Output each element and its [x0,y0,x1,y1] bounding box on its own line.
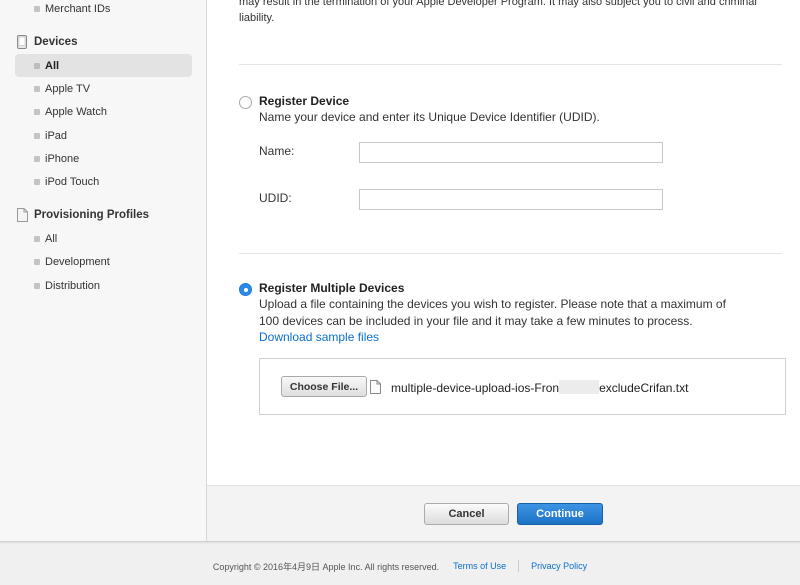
udid-input[interactable] [359,189,663,210]
bullet-icon [34,283,40,289]
sidebar-item-label: Merchant IDs [45,2,111,15]
sidebar-item-label: All [45,232,58,245]
name-label: Name: [259,144,295,158]
sidebar-item-development[interactable]: Development [15,250,192,273]
sidebar-heading-devices[interactable]: Devices [15,32,77,52]
register-multiple-description-line1: Upload a file containing the devices you… [259,297,726,311]
device-icon [15,35,29,49]
download-sample-files-link[interactable]: Download sample files [259,330,379,344]
bullet-icon [34,6,40,12]
sidebar-item-profiles-all[interactable]: All [15,227,192,250]
sidebar-item-ipod-touch[interactable]: iPod Touch [15,170,192,193]
sidebar: Merchant IDs Devices All Apple TV Apple … [0,0,207,541]
continue-button[interactable]: Continue [517,503,603,525]
sidebar-item-label: Development [45,255,110,268]
sidebar-item-label: iPod Touch [45,175,100,188]
sidebar-item-devices-all[interactable]: All [15,54,192,77]
legal-notice: may result in the termination of your Ap… [239,0,779,26]
selected-file-name: multiple-device-upload-ios-Fron excludeCr… [391,380,688,395]
cancel-button[interactable]: Cancel [424,503,509,525]
name-input[interactable] [359,142,663,163]
register-device-title: Register Device [259,94,350,108]
sidebar-item-iphone[interactable]: iPhone [15,147,192,170]
register-multiple-title: Register Multiple Devices [259,281,405,295]
register-multiple-description-line2: 100 devices can be included in your file… [259,314,693,328]
copyright-text: Copyright © 2016年4月9日 Apple Inc. All rig… [212,561,440,572]
redacted-region [559,380,600,394]
form-actions-bar: Cancel Continue [207,485,800,541]
choose-file-button[interactable]: Choose File... [281,376,367,397]
divider [239,64,782,65]
bullet-icon [34,133,40,139]
register-device-description: Name your device and enter its Unique De… [259,110,600,124]
sidebar-item-ipad[interactable]: iPad [15,124,192,147]
sidebar-item-apple-tv[interactable]: Apple TV [15,77,192,100]
sidebar-heading-provisioning-profiles[interactable]: Provisioning Profiles [15,205,149,225]
register-device-radio[interactable] [239,96,252,109]
file-name-prefix: multiple-device-upload-ios-Fron [391,381,560,395]
bullet-icon [34,86,40,92]
sidebar-item-apple-watch[interactable]: Apple Watch [15,100,192,123]
footer-separator [518,560,520,572]
bullet-icon [34,259,40,265]
file-icon [370,380,381,399]
divider [239,253,782,254]
legal-notice-line: may result in the termination of your Ap… [239,0,757,8]
bullet-icon [34,236,40,242]
page-footer: Copyright © 2016年4月9日 Apple Inc. All rig… [0,559,800,573]
document-icon [15,208,29,222]
bullet-icon [34,63,40,69]
sidebar-item-label: iPhone [45,152,80,165]
sidebar-item-label: iPad [45,129,68,142]
sidebar-item-merchant-ids[interactable]: Merchant IDs [15,0,192,20]
sidebar-item-label: All [45,59,60,72]
bullet-icon [34,179,40,185]
file-upload-box: Choose File... multiple-device-upload-io… [259,358,786,415]
main-card: Merchant IDs Devices All Apple TV Apple … [0,0,800,542]
register-multiple-radio[interactable] [239,283,252,296]
sidebar-item-distribution[interactable]: Distribution [15,274,192,297]
legal-notice-line: liability. [239,12,275,24]
main-content: may result in the termination of your Ap… [207,0,800,541]
sidebar-item-label: Apple Watch [45,105,107,118]
file-name-suffix: excludeCrifan.txt [599,381,689,395]
privacy-policy-link[interactable]: Privacy Policy [531,561,587,571]
sidebar-item-label: Distribution [45,279,101,292]
bullet-icon [34,109,40,115]
udid-label: UDID: [259,191,292,205]
sidebar-heading-label: Provisioning Profiles [34,209,150,221]
terms-of-use-link[interactable]: Terms of Use [453,561,506,571]
sidebar-heading-label: Devices [34,36,78,48]
sidebar-item-label: Apple TV [45,82,91,95]
bullet-icon [34,156,40,162]
